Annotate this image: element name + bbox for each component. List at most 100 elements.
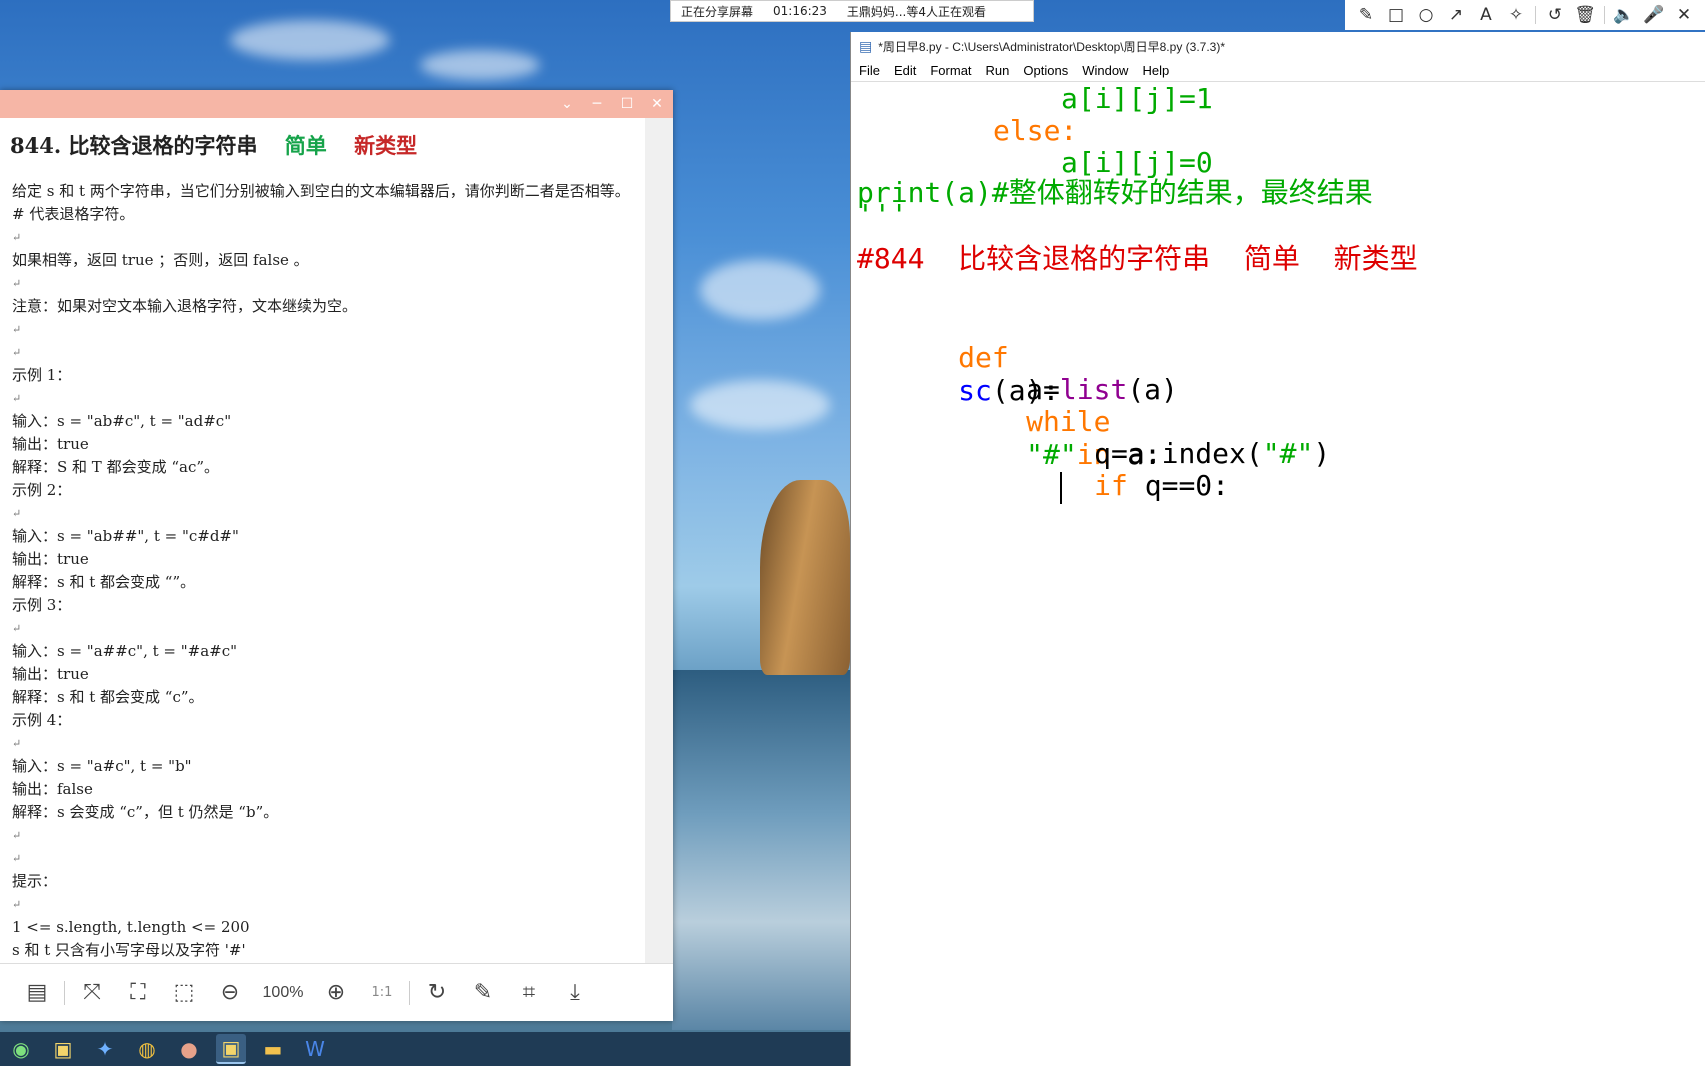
code-line: def sc(a): [857,308,1059,407]
doc-line: s 和 t 只含有小写字母以及字符 '#' [12,941,246,959]
share-timer: 01:16:23 [773,4,827,18]
viewer-scrollbar[interactable] [645,118,673,963]
doc-line: 示例 2： [12,481,72,499]
code-line: a=list(a) [925,340,1178,406]
return-mark: ↵ [12,231,22,244]
idle-titlebar: ▤ *周日早8.py - C:\Users\Administrator\Desk… [851,32,1705,60]
minimize-icon[interactable]: ─ [589,96,605,112]
doc-line: 输出：false [12,780,93,798]
menu-options[interactable]: Options [1023,63,1068,78]
chrome-icon[interactable]: ◍ [132,1034,162,1064]
chevron-down-icon[interactable]: ⌄ [559,96,575,112]
taskbar: ◉ ▣ ✦ ◍ ● ▣ ▬ W [0,1032,850,1066]
return-mark: ↵ [12,392,22,405]
text-icon[interactable]: A [1475,4,1497,26]
code-line: a[i][j]=1 [1061,82,1213,115]
type-tag: 新类型 [354,133,418,158]
cloud [230,20,390,60]
code-line: else: [993,114,1078,147]
idle-menubar: File Edit Format Run Options Window Help [851,60,1705,82]
menu-format[interactable]: Format [930,63,971,78]
doc-line: 示例 4： [12,711,72,729]
rotate-icon[interactable]: ↻ [414,980,460,1005]
microphone-icon[interactable]: 🎤 [1643,4,1665,26]
thumbnail-icon[interactable]: ▤ [14,980,60,1005]
maximize-icon[interactable]: ☐ [619,96,635,112]
code-line: #844 比较含退格的字符串 简单 新类型 [857,242,1418,275]
download-icon[interactable]: ⤓ [552,980,598,1005]
rectangle-icon[interactable]: □ [1385,4,1407,26]
doc-line: 解释：s 和 t 都会变成 “c”。 [12,688,204,706]
menu-help[interactable]: Help [1142,63,1169,78]
code-line: while "#"in a: [925,372,1161,471]
return-mark: ↵ [12,346,22,359]
rock-formation [760,480,850,675]
doc-line: 输出：true [12,665,89,683]
fit-icon[interactable]: ⤧ [69,980,115,1005]
cloud [420,50,540,80]
zoom-out-icon[interactable]: ⊖ [207,980,253,1005]
menu-run[interactable]: Run [986,63,1010,78]
actual-size-icon[interactable]: 1:1 [359,985,405,1000]
translate-icon[interactable]: ⛶ [115,980,161,1005]
return-mark: ↵ [12,277,22,290]
text-cursor [1060,472,1062,504]
doc-line: 提示： [12,872,58,890]
undo-icon[interactable]: ↺ [1544,4,1566,26]
close-icon[interactable]: ✕ [1673,4,1695,26]
doc-line: 如果相等，返回 true ；否则，返回 false 。 [12,251,309,269]
doc-line: 解释：s 和 t 都会变成 “”。 [12,573,196,591]
code-line: q=a.index("#") [993,404,1330,470]
problem-name: 比较含退格的字符串 [68,133,258,158]
return-mark: ↵ [12,507,22,520]
doc-line: 1 <= s.length, t.length <= 200 [12,918,250,936]
code-token: "#" [1262,437,1314,470]
problem-title: 844. 比较含退格的字符串 简单 新类型 [10,130,645,160]
file-app-icon[interactable]: ▣ [48,1034,78,1064]
code-line: ''' [857,198,908,231]
toolbar-divider [1604,6,1605,24]
trash-icon[interactable]: 🗑 [1574,4,1596,26]
magic-wand-icon[interactable]: ✧ [1505,4,1527,26]
doc-line: 输入：s = "a#c", t = "b" [12,757,192,775]
annotation-toolbar: ✎ □ ○ ↗ A ✧ ↺ 🗑 🔈 🎤 ✕ [1345,0,1705,30]
close-icon[interactable]: ✕ [649,96,665,112]
return-mark: ↵ [12,737,22,750]
menu-file[interactable]: File [859,63,880,78]
doc-line: 输出：true [12,435,89,453]
crop-icon[interactable]: ⌗ [506,980,552,1005]
bird-app-icon[interactable]: ✦ [90,1034,120,1064]
zoom-in-icon[interactable]: ⊕ [313,980,359,1005]
idle-editor-window: ▤ *周日早8.py - C:\Users\Administrator\Desk… [850,32,1705,1066]
fullscreen-icon[interactable]: ⬚ [161,980,207,1005]
share-status: 正在分享屏幕 [681,4,754,19]
return-mark: ↵ [12,323,22,336]
word-icon[interactable]: W [300,1034,330,1064]
return-mark: ↵ [12,898,22,911]
code-token: if [1094,469,1128,502]
doc-line: 输出：true [12,550,89,568]
code-token: q==0: [1127,469,1230,502]
folder-icon[interactable]: ▬ [258,1034,288,1064]
menu-edit[interactable]: Edit [894,63,916,78]
viewer-titlebar: ⌄ ─ ☐ ✕ [0,90,673,118]
speaker-icon[interactable]: 🔈 [1613,4,1635,26]
return-mark: ↵ [12,622,22,635]
code-token: ) [1313,437,1331,470]
avatar-app-icon[interactable]: ● [174,1034,204,1064]
doc-line: 输入：s = "ab##", t = "c#d#" [12,527,239,545]
circle-icon[interactable]: ○ [1415,4,1437,26]
share-viewers[interactable]: 王鼎妈妈...等4人正在观看 [837,3,996,20]
difficulty-tag: 简单 [284,133,327,158]
arrow-icon[interactable]: ↗ [1445,4,1467,26]
doc-line: 输入：s = "a##c", t = "#a#c" [12,642,238,660]
python-app-icon[interactable]: ▣ [216,1034,246,1064]
code-line: a[i][j]=0 [1061,146,1213,179]
menu-window[interactable]: Window [1082,63,1128,78]
idle-window-title: *周日早8.py - C:\Users\Administrator\Deskto… [878,39,1225,54]
start-icon[interactable]: ◉ [6,1034,36,1064]
doc-line: 示例 1： [12,366,72,384]
edit-icon[interactable]: ✎ [460,980,506,1005]
problem-number: 844. [10,133,62,158]
pen-icon[interactable]: ✎ [1355,4,1377,26]
